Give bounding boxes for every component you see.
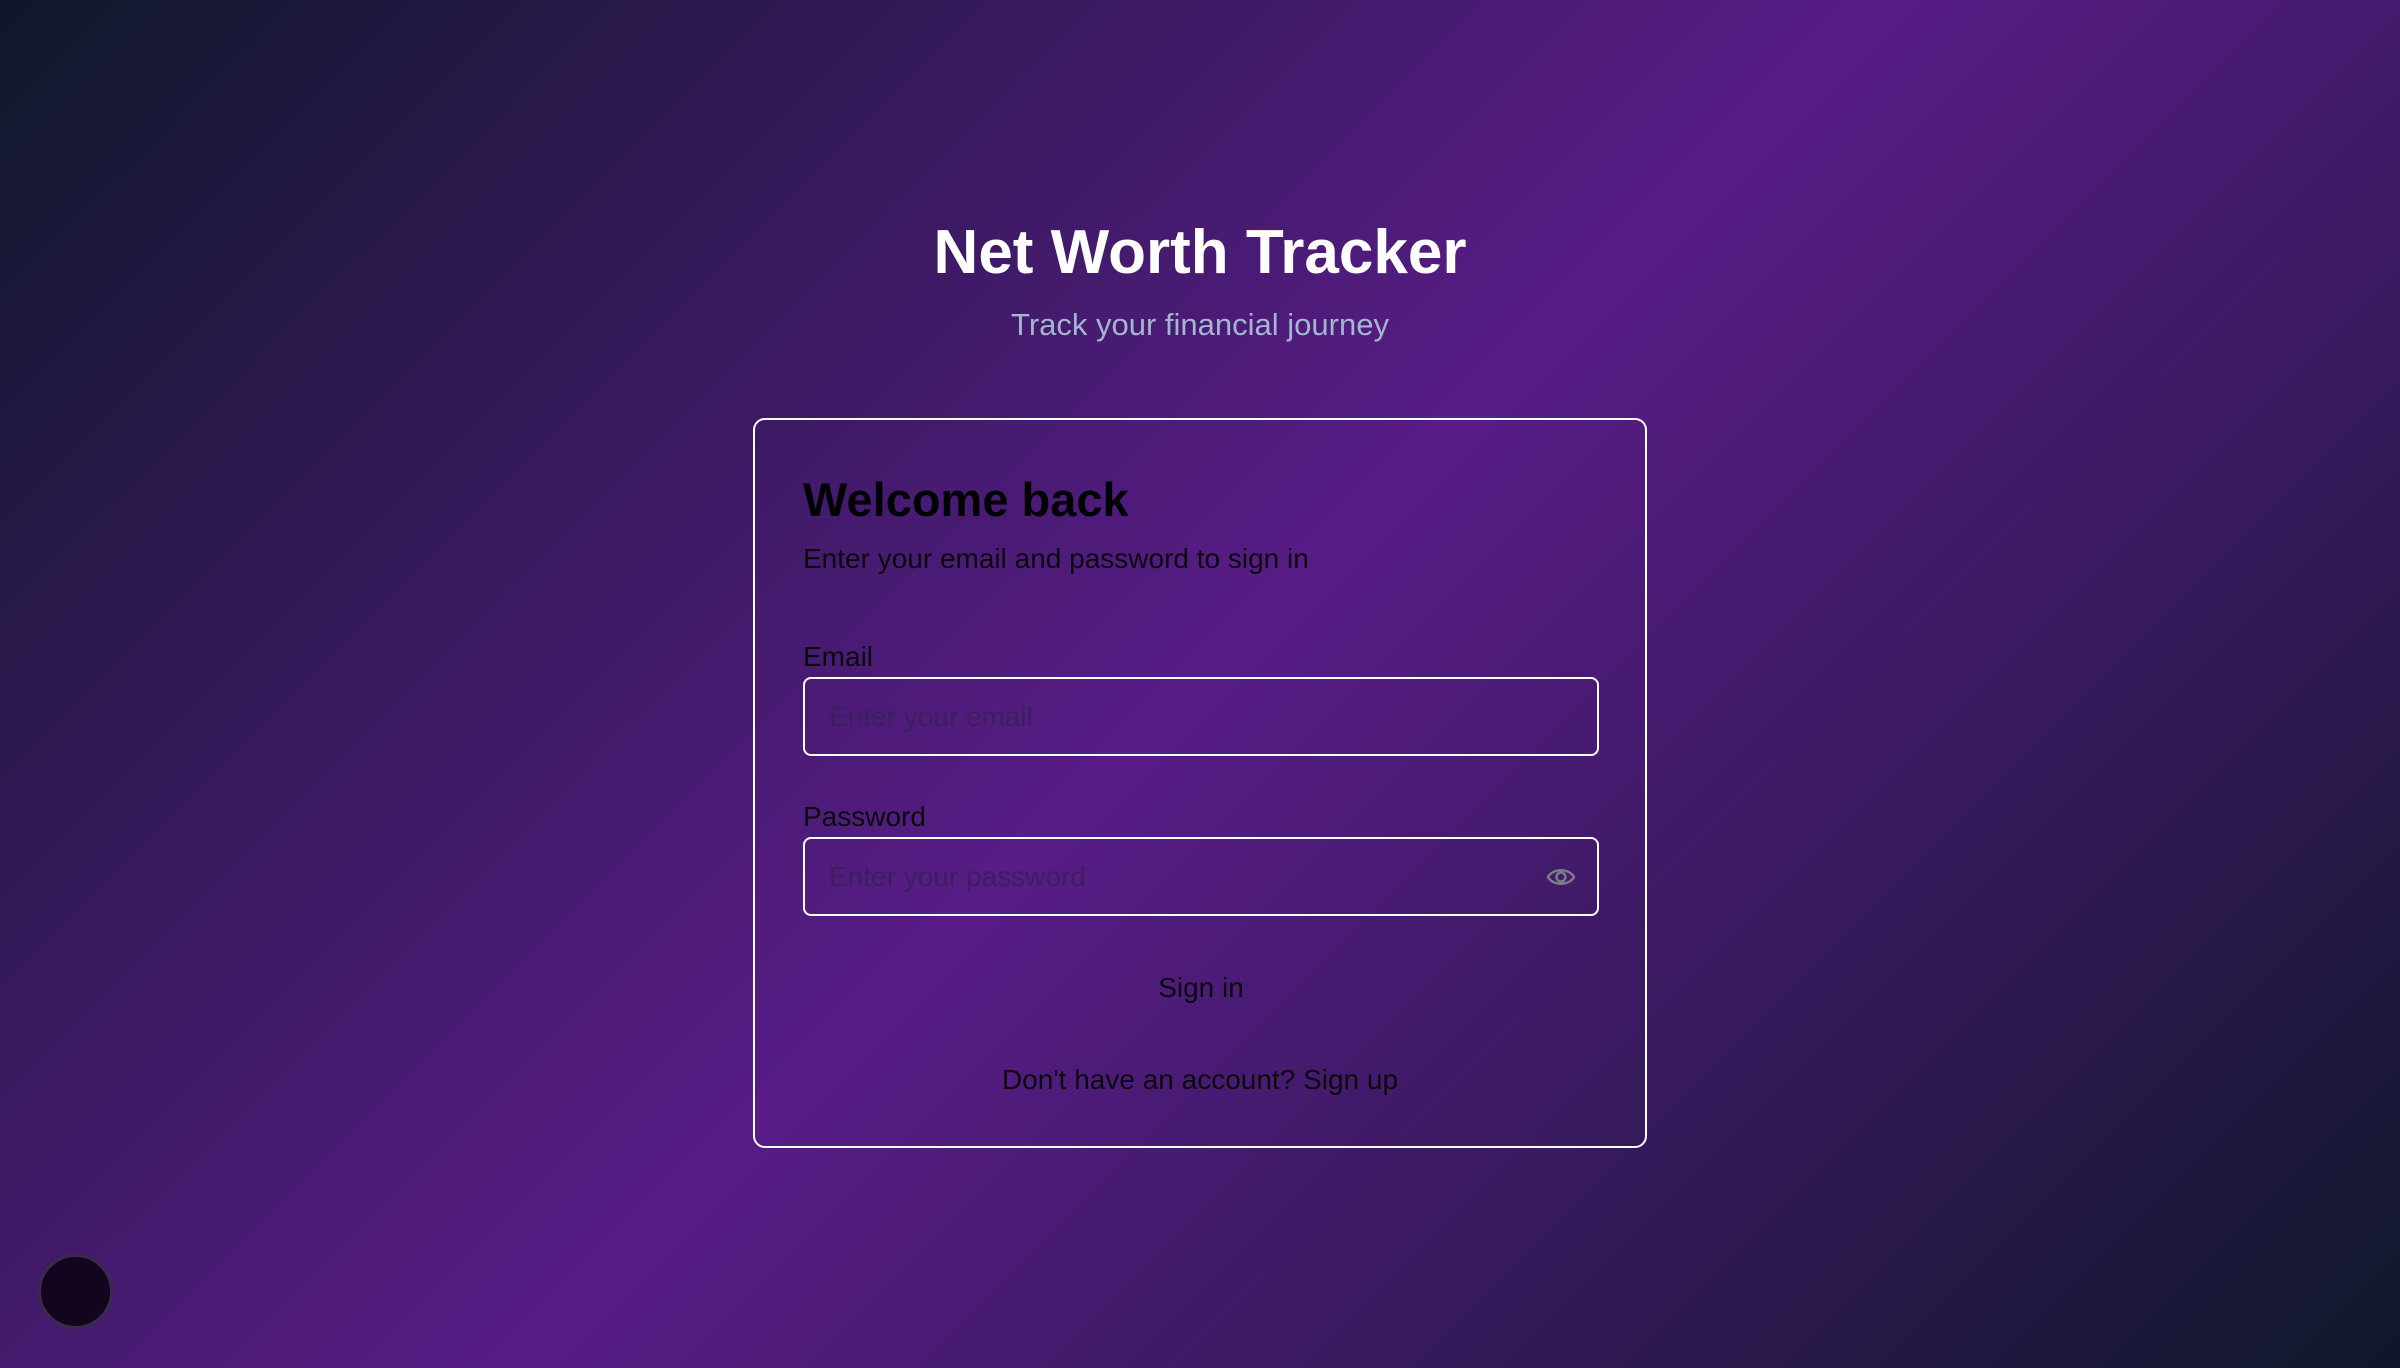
email-field-box bbox=[803, 677, 1599, 756]
app-subtitle: Track your financial journey bbox=[1011, 307, 1389, 342]
password-label: Password bbox=[803, 801, 926, 832]
signup-row: Don't have an account? Sign up bbox=[755, 1063, 1645, 1097]
signup-prompt: Don't have an account? bbox=[1001, 1064, 1296, 1095]
sign-up-link[interactable]: Sign up bbox=[1303, 1064, 1398, 1095]
floating-avatar-button[interactable] bbox=[38, 1254, 113, 1329]
sign-in-button[interactable]: Sign in bbox=[803, 958, 1599, 1018]
email-input[interactable] bbox=[805, 679, 1597, 754]
email-label: Email bbox=[803, 641, 874, 672]
password-field-box bbox=[803, 837, 1599, 916]
app-title: Net Worth Tracker bbox=[933, 218, 1467, 287]
password-input[interactable] bbox=[805, 839, 1597, 914]
page-header: Net Worth Tracker Track your financial j… bbox=[0, 210, 2400, 345]
login-card: Welcome back Enter your email and passwo… bbox=[753, 418, 1647, 1148]
card-subtitle: Enter your email and password to sign in bbox=[803, 543, 1309, 574]
eye-icon[interactable] bbox=[1545, 863, 1577, 891]
card-title: Welcome back bbox=[803, 473, 1129, 526]
